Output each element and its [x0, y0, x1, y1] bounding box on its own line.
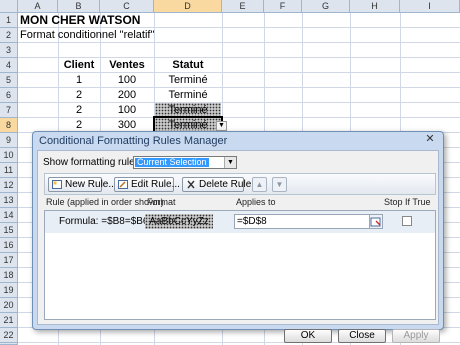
row-header-2[interactable]: 2 [0, 28, 18, 43]
close-button[interactable]: Close [338, 329, 386, 343]
rules-column-headers: Rule (applied in order shown) Format App… [44, 197, 436, 209]
delete-rule-label: Delete Rule [199, 179, 252, 190]
cell-ventes[interactable]: 100 [100, 73, 154, 88]
row-header-8[interactable]: 8 [0, 118, 18, 133]
column-header-c[interactable]: C [100, 0, 154, 13]
sheet-subtitle[interactable]: Format conditionnel "relatif" [20, 28, 154, 43]
row-header-21[interactable]: 21 [0, 313, 18, 328]
column-header-g[interactable]: G [302, 0, 350, 13]
row-header-18[interactable]: 18 [0, 268, 18, 283]
range-picker-icon[interactable] [369, 214, 383, 229]
cell-client[interactable]: 2 [58, 88, 100, 103]
column-header-i[interactable]: I [400, 0, 460, 13]
cell-statut[interactable]: Terminé [154, 88, 222, 103]
delete-rule-button[interactable]: Delete Rule [182, 177, 251, 192]
cell-client[interactable]: 1 [58, 73, 100, 88]
rule-formula: Formula: =$B8=$B6 [59, 216, 149, 227]
row-header-6[interactable]: 6 [0, 88, 18, 103]
move-up-button[interactable]: ▲ [252, 177, 267, 192]
edit-rule-button[interactable]: Edit Rule... [114, 177, 180, 192]
row-header-20[interactable]: 20 [0, 298, 18, 313]
column-header-d[interactable]: D [154, 0, 222, 13]
row-header-1[interactable]: 1 [0, 13, 18, 28]
col-header-format: Format [147, 197, 176, 207]
apply-button[interactable]: Apply [392, 329, 440, 343]
stop-if-true-checkbox[interactable] [402, 216, 412, 226]
dialog-title: Conditional Formatting Rules Manager [39, 135, 228, 147]
row-header-7[interactable]: 7 [0, 103, 18, 118]
show-rules-select[interactable]: Current Selection ▼ [133, 156, 237, 169]
ok-button[interactable]: OK [284, 329, 332, 343]
new-rule-button[interactable]: New Rule... [48, 177, 117, 192]
col-header-rule: Rule (applied in order shown) [46, 197, 164, 207]
sheet-title[interactable]: MON CHER WATSON [20, 13, 140, 28]
conditional-formatting-dialog: Conditional Formatting Rules Manager ✕ S… [32, 131, 444, 343]
select-all-corner[interactable] [0, 0, 18, 13]
row-header-16[interactable]: 16 [0, 238, 18, 253]
edit-rule-icon [118, 180, 128, 189]
cell-ventes[interactable]: 100 [100, 103, 154, 118]
column-header-b[interactable]: B [58, 0, 100, 13]
row-header-14[interactable]: 14 [0, 208, 18, 223]
rules-toolbar: New Rule... Edit Rule... Delete Rule ▲ ▼ [44, 173, 436, 195]
close-icon[interactable]: ✕ [423, 134, 437, 146]
cell-ventes[interactable]: 200 [100, 88, 154, 103]
rule-row[interactable]: Formula: =$B8=$B6 AaBbCcYyZz =$D$8 [45, 211, 435, 233]
header-ventes[interactable]: Ventes [100, 58, 154, 73]
row-header-5[interactable]: 5 [0, 73, 18, 88]
cell-dropdown-arrow-icon[interactable]: ▼ [216, 121, 227, 131]
new-rule-icon [52, 180, 62, 189]
rules-list: Formula: =$B8=$B6 AaBbCcYyZz =$D$8 [44, 210, 436, 320]
row-header-22[interactable]: 22 [0, 328, 18, 343]
new-rule-label: New Rule... [65, 179, 117, 190]
row-header-13[interactable]: 13 [0, 193, 18, 208]
cell-statut-formatted[interactable]: Terminé [155, 103, 221, 117]
row-header-9[interactable]: 9 [0, 133, 18, 148]
row-header-15[interactable]: 15 [0, 223, 18, 238]
applies-to-field[interactable]: =$D$8 [234, 214, 372, 229]
move-down-button[interactable]: ▼ [272, 177, 287, 192]
column-header-e[interactable]: E [222, 0, 264, 13]
row-header-17[interactable]: 17 [0, 253, 18, 268]
row-header-11[interactable]: 11 [0, 163, 18, 178]
col-header-applies: Applies to [236, 197, 276, 207]
cell-statut[interactable]: Terminé [154, 73, 222, 88]
row-header-4[interactable]: 4 [0, 58, 18, 73]
cell-client[interactable]: 2 [58, 103, 100, 118]
rule-format-preview: AaBbCcYyZz [145, 214, 213, 229]
dialog-body: Show formatting rules for: Current Selec… [37, 150, 440, 343]
delete-x-icon [187, 180, 195, 189]
column-header-a[interactable]: A [18, 0, 58, 13]
header-client[interactable]: Client [58, 58, 100, 73]
row-header-10[interactable]: 10 [0, 148, 18, 163]
column-header-f[interactable]: F [264, 0, 302, 13]
row-header-3[interactable]: 3 [0, 43, 18, 58]
column-header-h[interactable]: H [350, 0, 400, 13]
chevron-down-icon[interactable]: ▼ [224, 157, 236, 168]
row-header-12[interactable]: 12 [0, 178, 18, 193]
col-header-stop: Stop If True [384, 197, 431, 207]
show-rules-value: Current Selection [135, 157, 209, 167]
edit-rule-label: Edit Rule... [131, 179, 180, 190]
header-statut[interactable]: Statut [154, 58, 222, 73]
row-header-19[interactable]: 19 [0, 283, 18, 298]
